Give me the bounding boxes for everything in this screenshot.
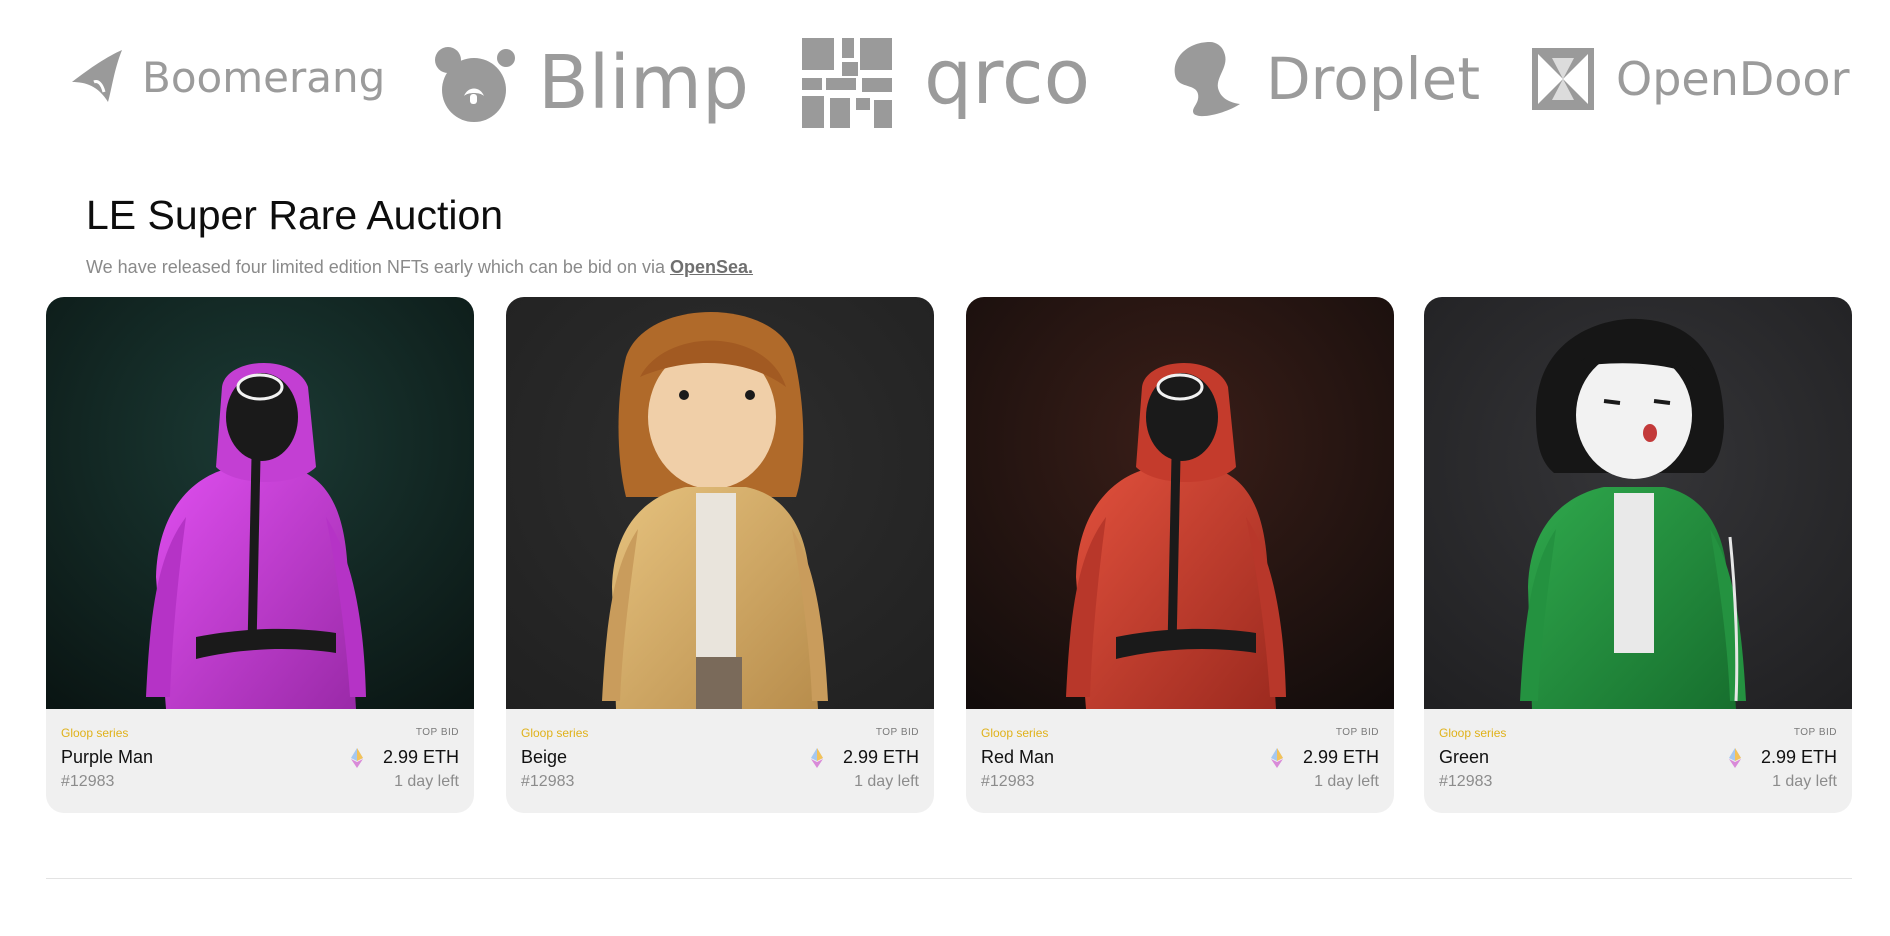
logo-blimp-text: Blimp bbox=[538, 40, 749, 126]
ethereum-icon bbox=[350, 747, 363, 768]
nft-image[interactable] bbox=[966, 297, 1394, 709]
ethereum-icon bbox=[1728, 747, 1741, 768]
nft-info: Gloop series TOP BID Red Man 2.99 ETH #1… bbox=[966, 709, 1394, 813]
section-divider bbox=[46, 878, 1852, 879]
nft-image[interactable] bbox=[46, 297, 474, 709]
nft-number: #12983 bbox=[521, 773, 575, 790]
nft-number: #12983 bbox=[1439, 773, 1493, 790]
price-value: 2.99 ETH bbox=[1760, 747, 1837, 767]
series-label: Gloop series bbox=[1439, 726, 1507, 740]
logo-qrco[interactable]: qrco bbox=[802, 32, 1090, 128]
nft-info: Gloop series TOP BID Beige 2.99 ETH #129… bbox=[506, 709, 934, 813]
nft-price: 2.99 ETH bbox=[1270, 747, 1379, 768]
nft-image[interactable] bbox=[506, 297, 934, 709]
nft-name: Purple Man bbox=[61, 747, 154, 767]
time-left: 1 day left bbox=[1314, 773, 1379, 790]
section-subtitle-text: We have released four limited edition NF… bbox=[86, 257, 665, 277]
logo-boomerang[interactable]: Boomerang bbox=[68, 48, 385, 106]
nft-name: Red Man bbox=[981, 747, 1055, 767]
section-subtitle: We have released four limited edition NF… bbox=[86, 257, 753, 278]
time-left: 1 day left bbox=[394, 773, 459, 790]
top-bid-label: TOP BID bbox=[1335, 727, 1379, 738]
droplet-icon bbox=[1174, 42, 1240, 117]
nft-name: Beige bbox=[521, 747, 568, 767]
nft-card[interactable]: Gloop series TOP BID Red Man 2.99 ETH #1… bbox=[966, 297, 1394, 813]
logo-boomerang-text: Boomerang bbox=[142, 52, 386, 102]
nft-info: Gloop series TOP BID Green 2.99 ETH #129… bbox=[1424, 709, 1852, 813]
logo-droplet-text: Droplet bbox=[1266, 45, 1481, 113]
logo-opendoor[interactable]: OpenDoor bbox=[1532, 48, 1849, 110]
series-label: Gloop series bbox=[61, 726, 129, 740]
series-label: Gloop series bbox=[981, 726, 1049, 740]
nft-price: 2.99 ETH bbox=[350, 747, 459, 768]
boomerang-icon bbox=[72, 50, 122, 102]
nft-card-grid: Gloop series TOP BID Purple Man 2.99 ETH… bbox=[46, 297, 1852, 813]
price-value: 2.99 ETH bbox=[382, 747, 459, 767]
logo-opendoor-text: OpenDoor bbox=[1616, 52, 1850, 106]
nft-price: 2.99 ETH bbox=[810, 747, 919, 768]
time-left: 1 day left bbox=[1772, 773, 1837, 790]
qr-icon bbox=[802, 38, 892, 128]
ethereum-icon bbox=[810, 747, 823, 768]
price-value: 2.99 ETH bbox=[1302, 747, 1379, 767]
logo-qrco-text: qrco bbox=[924, 31, 1091, 121]
time-left: 1 day left bbox=[854, 773, 919, 790]
nft-card[interactable]: Gloop series TOP BID Purple Man 2.99 ETH… bbox=[46, 297, 474, 813]
nft-number: #12983 bbox=[981, 773, 1035, 790]
section-title: LE Super Rare Auction bbox=[86, 192, 504, 238]
nft-number: #12983 bbox=[61, 773, 115, 790]
ethereum-icon bbox=[1270, 747, 1283, 768]
nft-price: 2.99 ETH bbox=[1728, 747, 1837, 768]
logo-droplet[interactable]: Droplet bbox=[1166, 38, 1480, 120]
logo-blimp[interactable]: Blimp bbox=[434, 40, 749, 126]
nft-image[interactable] bbox=[1424, 297, 1852, 709]
nft-info: Gloop series TOP BID Purple Man 2.99 ETH… bbox=[46, 709, 474, 813]
top-bid-label: TOP BID bbox=[1793, 727, 1837, 738]
opensea-link[interactable]: OpenSea. bbox=[670, 257, 753, 277]
bear-icon bbox=[435, 47, 515, 122]
top-bid-label: TOP BID bbox=[875, 727, 919, 738]
nft-card[interactable]: Gloop series TOP BID Green 2.99 ETH #129… bbox=[1424, 297, 1852, 813]
top-bid-label: TOP BID bbox=[415, 727, 459, 738]
nft-name: Green bbox=[1439, 747, 1490, 767]
nft-card[interactable]: Gloop series TOP BID Beige 2.99 ETH #129… bbox=[506, 297, 934, 813]
price-value: 2.99 ETH bbox=[842, 747, 919, 767]
series-label: Gloop series bbox=[521, 726, 589, 740]
partner-logos: Boomerang Blimp qrco Droplet OpenDoor bbox=[0, 30, 1890, 140]
opendoor-icon bbox=[1532, 48, 1594, 110]
